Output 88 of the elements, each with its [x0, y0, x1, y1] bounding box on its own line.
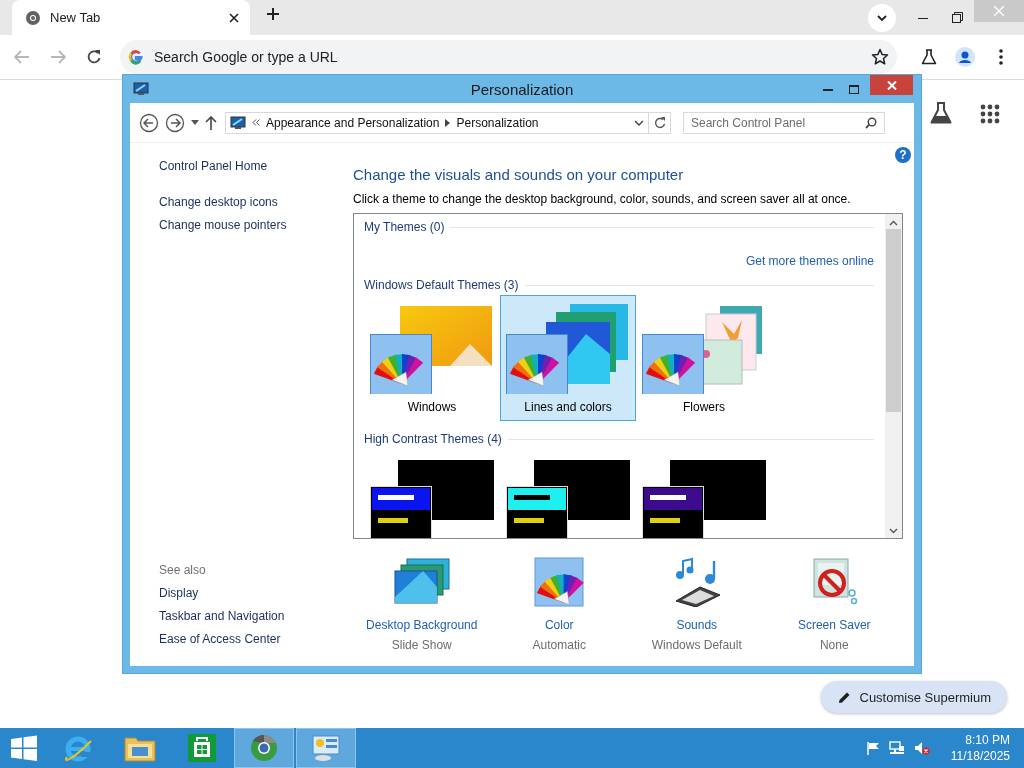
sidebar-link[interactable]: Control Panel Home — [159, 159, 268, 173]
refresh-icon — [653, 116, 666, 129]
breadcrumb-item[interactable]: Appearance and Personalization — [266, 115, 440, 130]
page-heading: Change the visuals and sounds on your computer — [353, 166, 685, 183]
setting-value: Slide Show — [391, 638, 452, 652]
theme-tile[interactable]: Lines and colors — [500, 295, 636, 421]
address-field[interactable]: Appearance and Personalization Personalization — [225, 111, 649, 134]
breadcrumb-item[interactable]: Personalization — [456, 115, 539, 130]
theme-name: Windows — [407, 400, 457, 414]
up-arrow-icon[interactable] — [205, 115, 217, 130]
search-engine-logo-icon — [128, 49, 144, 65]
flask-icon — [921, 49, 937, 65]
close-icon[interactable] — [228, 11, 240, 24]
chevron-right-icon — [445, 118, 451, 127]
search-field[interactable]: Search Control Panel — [683, 111, 885, 134]
more-themes-link[interactable]: Get more themes online — [745, 254, 874, 268]
folder-icon — [124, 734, 156, 762]
flag-icon[interactable] — [865, 741, 880, 755]
back-arrow-icon — [14, 50, 30, 64]
group-heading: Windows Default Themes (3) — [364, 278, 519, 292]
control-panel-icon — [133, 81, 149, 97]
refresh-button[interactable] — [649, 111, 671, 134]
sidebar-link[interactable]: Display — [159, 586, 199, 600]
chevron-down-icon — [877, 14, 887, 21]
sidebar-link[interactable]: Change mouse pointers — [159, 218, 287, 232]
see-also-heading: See also — [159, 563, 206, 577]
page-description: Click a theme to change the desktop background, color, sounds, and screen saver all at once. — [353, 192, 852, 206]
setting-value: Windows Default — [651, 638, 742, 652]
plus-icon — [266, 7, 280, 21]
restore-icon — [951, 12, 963, 23]
search-icon — [865, 116, 877, 129]
recent-pages-icon[interactable] — [191, 120, 199, 125]
taskbar-button[interactable] — [234, 728, 294, 768]
person-icon — [955, 47, 975, 67]
theme-tile[interactable]: Flowers — [636, 295, 772, 421]
theme-name: Lines and colors — [524, 400, 612, 414]
speaker-muted-icon[interactable] — [913, 741, 930, 755]
forward-arrow-icon — [50, 50, 66, 64]
globe-icon — [25, 9, 41, 26]
help-button[interactable]: ? — [895, 147, 911, 163]
shopping-bag-icon — [187, 733, 217, 763]
pencil-icon — [837, 690, 851, 704]
group-heading: High Contrast Themes (4) — [364, 432, 502, 446]
scrollbar[interactable] — [885, 214, 902, 538]
tab-title: New Tab — [50, 10, 102, 25]
setting-link[interactable]: Sounds — [676, 618, 718, 632]
theme-tile[interactable]: Windows — [364, 295, 500, 421]
taskbar-button[interactable] — [296, 728, 356, 768]
windows-logo-icon — [11, 735, 37, 761]
circle-logo-icon — [249, 733, 279, 763]
control-panel-icon — [230, 114, 246, 131]
tab-search-button[interactable] — [868, 3, 896, 32]
palette-icon[interactable] — [534, 557, 585, 607]
customise-button[interactable]: Customise Supermium — [820, 681, 1007, 713]
close-button[interactable] — [870, 75, 913, 95]
browser-tab[interactable]: New Tab — [12, 0, 250, 35]
sidebar-link[interactable]: Ease of Access Center — [159, 632, 281, 646]
monitor-window-icon — [311, 734, 341, 762]
stacked-pictures-icon[interactable] — [392, 557, 451, 607]
maximize-icon — [849, 84, 859, 94]
kebab-menu-icon — [999, 49, 1003, 65]
sidebar-link[interactable]: Taskbar and Navigation — [159, 609, 285, 623]
chevron-down-icon[interactable] — [634, 119, 644, 126]
reload-icon — [86, 49, 102, 65]
star-icon[interactable] — [871, 48, 889, 66]
window-title: Personalization — [470, 81, 574, 98]
apps-grid-icon[interactable] — [980, 104, 1000, 124]
flask-icon[interactable] — [930, 102, 952, 124]
theme-name: Flowers — [683, 400, 725, 414]
close-icon — [886, 80, 897, 90]
minimize-icon — [823, 87, 833, 91]
setting-value: Automatic — [532, 638, 586, 652]
address-bar[interactable]: Search Google or type a URL — [120, 40, 897, 74]
setting-link[interactable]: Screen Saver — [797, 618, 871, 632]
clock-date[interactable]: 11/18/2025 — [950, 748, 1010, 764]
setting-value: None — [819, 638, 849, 652]
close-icon — [994, 6, 1004, 16]
chevron-up-icon[interactable] — [889, 220, 898, 226]
address-placeholder: Search Google or type a URL — [154, 49, 339, 65]
sidebar-link[interactable]: Change desktop icons — [159, 195, 278, 209]
setting-link[interactable]: Desktop Background — [366, 618, 478, 632]
double-chevron-icon — [252, 119, 260, 126]
setting-link[interactable]: Color — [544, 618, 574, 632]
group-heading: My Themes (0) — [364, 220, 445, 234]
search-placeholder: Search Control Panel — [691, 115, 807, 130]
chevron-down-icon[interactable] — [889, 528, 898, 534]
clock-time[interactable]: 8:10 PM — [965, 732, 1010, 748]
network-icon[interactable] — [888, 741, 905, 755]
